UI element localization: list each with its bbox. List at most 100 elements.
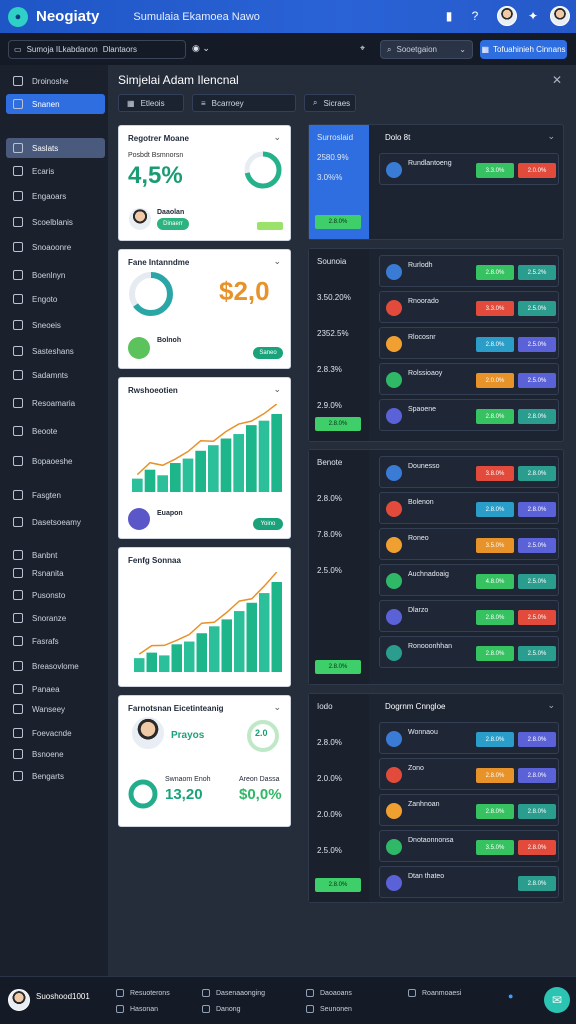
list-item[interactable]: Roneo 3.5.0% 2.5.0%: [379, 528, 559, 560]
sidebar-item[interactable]: Boenlnyn: [6, 265, 105, 285]
value-chip[interactable]: 2.8.0%: [476, 646, 514, 661]
value-chip[interactable]: 2.5.0%: [518, 301, 556, 316]
value-chip[interactable]: 3.5.0%: [476, 538, 514, 553]
panel-action-button[interactable]: 2.8.0%: [315, 660, 361, 674]
value-chip[interactable]: 2.5.0%: [518, 574, 556, 589]
list-item[interactable]: Rundlantoeng 3.3.0% 2.0.0%: [379, 153, 559, 185]
list-item[interactable]: Dtan thateo 2.8.0%: [379, 866, 559, 898]
panel-action-button[interactable]: 2.8.0%: [315, 878, 361, 892]
footer-link[interactable]: Roanmoaesi: [408, 989, 461, 997]
value-chip[interactable]: 2.8.0%: [518, 804, 556, 819]
value-chip[interactable]: 2.8.0%: [476, 610, 514, 625]
value-chip[interactable]: 2.8.0%: [518, 502, 556, 517]
list-item[interactable]: Rnoorado 3.3.0% 2.5.0%: [379, 291, 559, 323]
value-chip[interactable]: 2.8.0%: [518, 466, 556, 481]
list-item[interactable]: Dounesso 3.8.0% 2.8.0%: [379, 456, 559, 488]
value-chip[interactable]: 3.5.0%: [476, 840, 514, 855]
value-chip[interactable]: 2.8.0%: [518, 840, 556, 855]
value-chip[interactable]: 2.5.0%: [518, 538, 556, 553]
list-item[interactable]: Zono 2.8.0% 2.8.0%: [379, 758, 559, 790]
list-item[interactable]: Zanhnoan 2.8.0% 2.8.0%: [379, 794, 559, 826]
footer-link[interactable]: Resuoterons: [116, 989, 170, 997]
help-icon[interactable]: ?: [466, 7, 484, 25]
footer-link[interactable]: Daoaoans: [306, 989, 352, 997]
sidebar-item[interactable]: Breasovlome: [6, 656, 105, 676]
list-item[interactable]: Ronooonhhan 2.8.0% 2.5.0%: [379, 636, 559, 668]
value-chip[interactable]: 2.8.0%: [476, 265, 514, 280]
value-chip[interactable]: 2.0.0%: [518, 163, 556, 178]
chart-card-2[interactable]: Fenfg Sonnaa: [118, 547, 291, 687]
list-item[interactable]: Rurlodh 2.8.0% 2.5.2%: [379, 255, 559, 287]
breadcrumb-item[interactable]: Sumoja ILkabdanon: [27, 45, 98, 54]
breadcrumb[interactable]: ▭ Sumoja ILkabdanon Dlantaors: [8, 40, 186, 59]
value-chip[interactable]: 2.5.0%: [518, 610, 556, 625]
sidebar-item[interactable]: Snoaoonre: [6, 237, 105, 257]
sidebar-item[interactable]: Resoamaria: [6, 393, 105, 413]
list-item[interactable]: Rlocosnr 2.8.0% 2.5.0%: [379, 327, 559, 359]
chart-card-1[interactable]: Rwshoeotien ⌄ Euapon Yoino: [118, 377, 291, 539]
sidebar-item[interactable]: Banbnt: [6, 545, 105, 565]
sidebar-item[interactable]: Beoote: [6, 421, 105, 441]
value-chip[interactable]: 2.8.0%: [476, 337, 514, 352]
sidebar-item[interactable]: Fasrafs: [6, 631, 105, 651]
sidebar-item[interactable]: Foevacnde: [6, 723, 105, 743]
primary-action-button[interactable]: ▦ Tofuahinieh Cinnans: [480, 40, 567, 59]
user-avatar[interactable]: [497, 6, 517, 26]
status-badge[interactable]: Saneo: [253, 347, 283, 359]
chevron-down-icon[interactable]: ⌄: [273, 702, 281, 713]
value-chip[interactable]: 3.8.0%: [476, 466, 514, 481]
chat-icon[interactable]: ✉: [544, 987, 570, 1013]
breadcrumb-item[interactable]: Dlantaors: [103, 45, 137, 54]
sidebar-item[interactable]: Sasteshans: [6, 341, 105, 361]
value-chip[interactable]: 2.5.2%: [518, 265, 556, 280]
footer-link[interactable]: Dasenaaonging: [202, 989, 265, 997]
sidebar-item[interactable]: Ecaris: [6, 161, 105, 181]
sidebar-item[interactable]: Rsnanita: [6, 563, 105, 583]
chevron-down-icon[interactable]: ⌄: [547, 700, 555, 711]
list-item[interactable]: Auchnadoaig 4.8.0% 2.5.0%: [379, 564, 559, 596]
tab-overview[interactable]: ≡ Bcarroey: [192, 94, 296, 112]
close-icon[interactable]: ✕: [552, 73, 562, 87]
sidebar-item[interactable]: Panaea: [6, 679, 105, 699]
search-box[interactable]: ⌕ Sooetgaion ⌄: [380, 40, 473, 59]
value-chip[interactable]: 2.8.0%: [476, 409, 514, 424]
sidebar-item[interactable]: Engoto: [6, 289, 105, 309]
tab-search[interactable]: ⌕ Sicraes: [304, 94, 356, 112]
list-item[interactable]: Spaoene 2.8.0% 2.8.0%: [379, 399, 559, 431]
summary-card-2[interactable]: Fane Intanndme ⌄ $2,0 Bolnoh Saneo: [118, 249, 291, 369]
sidebar-item[interactable]: Pusonsto: [6, 585, 105, 605]
value-chip[interactable]: 2.0.0%: [476, 373, 514, 388]
value-chip[interactable]: 2.5.0%: [518, 373, 556, 388]
value-chip[interactable]: 3.3.0%: [476, 301, 514, 316]
value-chip[interactable]: 2.8.0%: [518, 768, 556, 783]
sidebar-item[interactable]: Bengarts: [6, 766, 105, 786]
value-chip[interactable]: 2.8.0%: [476, 804, 514, 819]
summary-card-5[interactable]: Farnotsnan Eicetinteanig ⌄ Prayos 2.0 Sw…: [118, 695, 291, 827]
footer-link[interactable]: Seunonen: [306, 1005, 352, 1013]
sidebar-item[interactable]: Engaoars: [6, 186, 105, 206]
notification-icon[interactable]: ▮: [440, 7, 458, 25]
sidebar-item[interactable]: Sadamnts: [6, 365, 105, 385]
filter-icon[interactable]: ◉ ⌄: [192, 43, 210, 54]
profile-avatar[interactable]: [550, 6, 570, 26]
value-chip[interactable]: 2.5.0%: [518, 646, 556, 661]
sidebar-item[interactable]: Droinoshe: [6, 71, 105, 91]
sidebar-item[interactable]: Bsnoene: [6, 744, 105, 764]
sidebar-item[interactable]: Fasgten: [6, 485, 105, 505]
list-item[interactable]: Dnotaonnonsa 3.5.0% 2.8.0%: [379, 830, 559, 862]
value-chip[interactable]: 2.8.0%: [476, 502, 514, 517]
sidebar-item[interactable]: Saslats: [6, 138, 105, 158]
status-badge[interactable]: Yoino: [253, 518, 283, 530]
footer-link[interactable]: Hasonan: [116, 1005, 158, 1013]
sidebar-item[interactable]: Sneoeis: [6, 315, 105, 335]
list-item[interactable]: Bolenon 2.8.0% 2.8.0%: [379, 492, 559, 524]
value-chip[interactable]: 2.8.0%: [476, 768, 514, 783]
chevron-down-icon[interactable]: ⌄: [273, 132, 281, 143]
footer-avatar[interactable]: [8, 989, 30, 1011]
list-item[interactable]: Rolssioaoy 2.0.0% 2.5.0%: [379, 363, 559, 395]
sidebar-item[interactable]: Snanen: [6, 94, 105, 114]
tab-details[interactable]: ▦ Etleois: [118, 94, 184, 112]
list-item[interactable]: Wonnaou 2.8.0% 2.8.0%: [379, 722, 559, 754]
value-chip[interactable]: 3.3.0%: [476, 163, 514, 178]
value-chip[interactable]: 4.8.0%: [476, 574, 514, 589]
